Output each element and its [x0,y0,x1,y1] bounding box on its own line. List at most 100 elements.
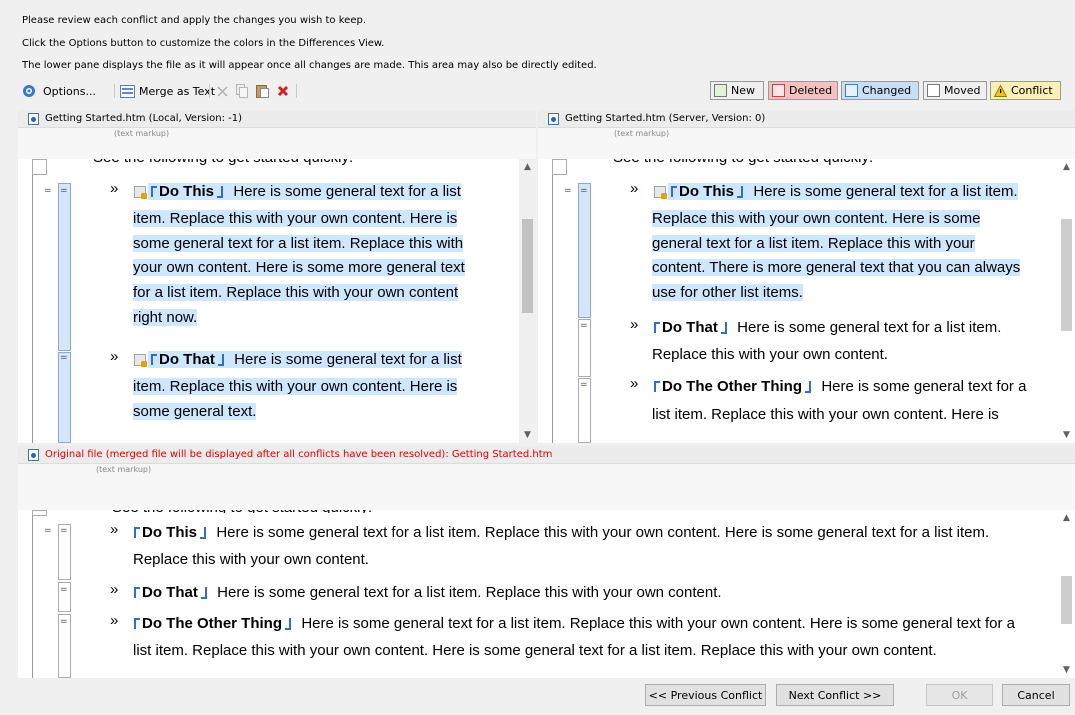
server-vertical-scrollbar[interactable]: ▲ ▼ [1058,159,1075,443]
options-label: Options... [43,84,96,98]
merge-label: Merge as Text [139,84,216,98]
markup-label: (text markup) [614,129,670,138]
left-item-2-title: Do That [159,351,215,368]
paste-button[interactable] [256,82,269,100]
legend-conflict: Conflict [990,81,1061,100]
merged-pane-header: Original file (merged file will be displ… [18,446,1075,464]
left-item-1-line: right now. [133,309,198,326]
moved-icon [927,84,940,97]
copy-button[interactable] [236,82,248,100]
next-conflict-button[interactable]: Next Conflict >> [776,684,894,706]
legend-new-label: New [731,84,755,97]
previous-conflict-button[interactable]: << Previous Conflict [645,684,766,706]
local-pane: Getting Started.htm (Local, Version: -1)… [18,110,536,443]
options-button[interactable]: Options... [22,82,96,100]
right-item-2-title: Do That [662,319,718,336]
instruction-line-2: Click the Options button to customize th… [22,38,385,49]
toolbar-separator [296,84,297,98]
merged-item-2-title: Do That [142,584,198,601]
scroll-thumb[interactable] [522,219,533,313]
legend-conflict-label: Conflict [1011,84,1053,97]
scroll-up-icon[interactable]: ▲ [519,159,536,175]
markup-label: (text markup) [114,129,170,138]
left-item-1-line: some general text for a list item. Repla… [133,235,464,252]
cut-button[interactable] [216,82,229,100]
legend-deleted-label: Deleted [789,84,833,97]
merged-content[interactable]: = = = = See the following to get started… [18,510,1075,678]
annotation-icon [654,186,667,199]
merged-document[interactable]: See the following to get started quickly… [18,510,1058,678]
left-item-1-line: item. Replace this with your own content… [133,210,458,227]
local-vertical-scrollbar[interactable]: ▲ ▼ [519,159,536,443]
options-icon [23,85,35,97]
copy-icon [236,84,248,98]
left-item-2-first-line: Do That Here is some general text for a … [134,349,462,371]
annotation-icon [134,354,147,367]
local-pane-title: Getting Started.htm (Local, Version: -1) [45,113,243,124]
merged-item-3-line: list item. Replace this with your own co… [133,642,937,659]
scroll-down-icon[interactable]: ▼ [519,427,536,443]
scroll-thumb[interactable] [1061,576,1072,624]
merged-vertical-scrollbar[interactable]: ▲ ▼ [1058,510,1075,678]
legend-moved: Moved [923,81,987,100]
merged-item-1-title: Do This [142,524,197,541]
delete-button[interactable] [277,82,289,100]
server-pane: Getting Started.htm (Server, Version: 0)… [538,110,1075,443]
merged-markup-area: (text markup) [18,464,1075,510]
right-item-1-line: general text for a list item. Replace th… [652,235,975,252]
cancel-button[interactable]: Cancel [1002,684,1070,706]
left-item-1-title: Do This [159,183,214,200]
instruction-line-1: Please review each conflict and apply th… [22,15,366,26]
markup-label: (text markup) [96,465,152,474]
toolbar-separator [209,84,210,98]
local-content[interactable]: = = = See the following to get started q… [18,159,536,443]
toolbar: Options... Merge as Text New Deleted Cha… [18,80,1075,102]
cut-line: See the following to get started quickly… [613,159,873,169]
ok-button[interactable]: OK [926,684,993,706]
legend-changed-label: Changed [862,84,912,97]
server-markup-area: (text markup) [538,128,1075,159]
merged-item-3-first-line: Do The Other Thing Here is some general … [131,613,1015,635]
file-icon [28,448,39,461]
right-item-3-title: Do The Other Thing [662,378,802,395]
left-item-2-line: item. Replace this with your own content… [133,378,458,395]
left-item-1-first-line: Do This Here is some general text for a … [134,181,461,203]
legend-new: New [710,81,764,100]
scroll-down-icon[interactable]: ▼ [1058,427,1075,443]
local-markup-area: (text markup) [18,128,536,159]
deleted-icon [772,84,785,97]
right-item-1-line: Replace this with your own content. Here… [652,210,981,227]
merged-item-3-title: Do The Other Thing [142,615,282,632]
server-content[interactable]: = = = = See the following to get started… [538,159,1075,443]
file-icon [28,112,39,125]
merge-icon [120,84,135,98]
legend-deleted: Deleted [768,81,838,100]
merged-item-1-line: Replace this with your own content. [133,551,369,568]
cut-line: See the following to get started quickly… [112,510,372,513]
left-item-2-line: some general text. [133,403,257,420]
right-item-2-line: Replace this with your own content. [652,346,888,363]
scroll-thumb[interactable] [1061,219,1072,331]
left-item-1-line: your own content. Here is some more gene… [133,259,465,276]
legend-moved-label: Moved [944,84,981,97]
scissors-icon [217,85,228,97]
server-pane-title: Getting Started.htm (Server, Version: 0) [565,113,766,124]
scroll-up-icon[interactable]: ▲ [1058,159,1075,175]
right-item-1-first-line: Do This Here is some general text for a … [654,181,1018,203]
local-pane-header: Getting Started.htm (Local, Version: -1) [18,110,536,128]
legend-changed: Changed [841,81,919,100]
changed-icon [845,84,858,97]
server-document[interactable]: See the following to get started quickly… [538,159,1058,443]
right-item-1-line: use for other list items. [652,284,803,301]
scroll-up-icon[interactable]: ▲ [1058,510,1075,526]
cut-line: See the following to get started quickly… [93,159,353,169]
merge-as-text-button[interactable]: Merge as Text [120,82,215,100]
right-item-1-title: Do This [679,183,734,200]
local-document[interactable]: See the following to get started quickly… [18,159,518,443]
instruction-line-3: The lower pane displays the file as it w… [22,60,597,71]
right-item-1-line: content. There is more general text that… [652,259,1021,276]
scroll-down-icon[interactable]: ▼ [1058,662,1075,678]
new-icon [714,84,727,97]
right-item-3-line: list item. Replace this with your own co… [652,406,999,423]
left-item-1-line: for a list item. Replace this with your … [133,284,459,301]
